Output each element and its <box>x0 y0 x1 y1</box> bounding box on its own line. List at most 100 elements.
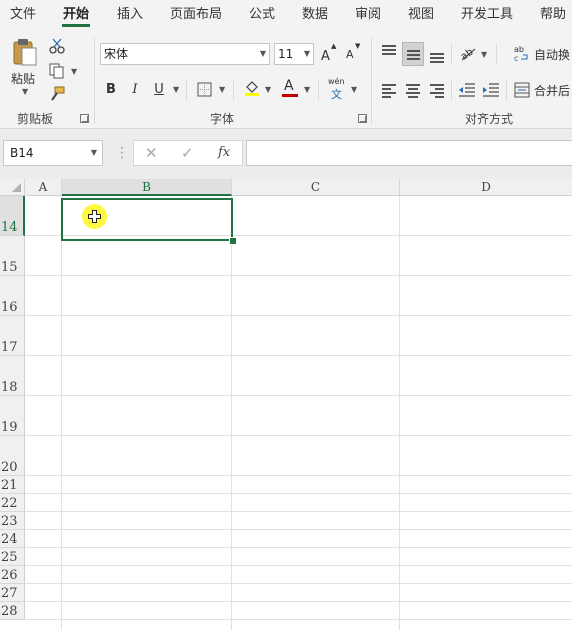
paste-icon <box>13 39 37 66</box>
underline-dropdown-icon[interactable]: ▼ <box>173 86 179 94</box>
tab-file[interactable]: 文件 <box>9 0 37 30</box>
format-painter-icon[interactable] <box>49 86 65 102</box>
row-header-24[interactable]: 24 <box>0 530 25 548</box>
clipboard-launcher-icon[interactable] <box>80 114 89 123</box>
chevron-down-icon: ▼ <box>90 148 97 157</box>
row-header-22[interactable]: 22 <box>0 494 25 512</box>
tab-formulas[interactable]: 公式 <box>248 0 276 30</box>
font-color-dropdown-icon[interactable]: ▼ <box>304 86 310 94</box>
font-group-label: 字体 <box>209 112 234 126</box>
font-launcher-icon[interactable] <box>358 114 367 123</box>
insert-function-button[interactable]: fx <box>218 145 230 160</box>
cell-select-cursor-icon <box>88 210 101 223</box>
row-header-21[interactable]: 21 <box>0 476 25 494</box>
row-header-23[interactable]: 23 <box>0 512 25 530</box>
alignment-group-label: 对齐方式 <box>464 112 513 126</box>
column-gridline <box>61 196 62 630</box>
increase-indent-icon[interactable] <box>482 81 500 99</box>
row-gridline <box>25 529 572 530</box>
tab-help[interactable]: 帮助 <box>539 0 567 30</box>
row-header-19[interactable]: 19 <box>0 396 25 436</box>
font-color-icon: A <box>284 78 294 94</box>
row-header-26[interactable]: 26 <box>0 566 25 584</box>
fx-icon: fx <box>218 145 231 160</box>
align-right-button[interactable] <box>428 80 446 100</box>
tab-review[interactable]: 审阅 <box>354 0 382 30</box>
font-name-box[interactable]: 宋体 ▼ <box>100 43 270 65</box>
row-number: 20 <box>1 460 18 475</box>
enter-check-icon[interactable]: ✓ <box>181 143 194 163</box>
merge-center-button[interactable]: 合并后 <box>534 82 570 99</box>
svg-text:ab: ab <box>514 45 524 54</box>
paste-label: 粘贴 <box>11 72 36 86</box>
column-header-a[interactable]: A <box>25 179 62 196</box>
phonetic-dropdown-icon[interactable]: ▼ <box>351 86 357 94</box>
cut-icon[interactable] <box>49 38 65 54</box>
border-icon[interactable] <box>197 82 212 97</box>
chevron-down-icon: ▼ <box>259 49 266 58</box>
tab-insert[interactable]: 插入 <box>116 0 144 30</box>
row-header-25[interactable]: 25 <box>0 548 25 566</box>
shrink-font-button[interactable]: A ▼ <box>346 42 364 63</box>
orientation-dropdown-icon[interactable]: ▼ <box>481 51 487 59</box>
shrink-font-icon: A <box>346 48 354 61</box>
align-middle-button[interactable] <box>402 42 424 66</box>
name-box[interactable]: B14 ▼ <box>3 140 103 166</box>
divider <box>186 80 187 100</box>
tab-developer[interactable]: 开发工具 <box>460 0 514 30</box>
paste-dropdown-icon: ▼ <box>22 87 29 96</box>
row-number: 27 <box>1 586 18 601</box>
font-color-bar <box>282 94 298 97</box>
font-size-box[interactable]: 11 ▼ <box>274 43 314 65</box>
tab-page-layout[interactable]: 页面布局 <box>169 0 223 30</box>
row-gridline <box>25 355 572 356</box>
align-center-button[interactable] <box>404 80 422 100</box>
align-top-button[interactable] <box>380 42 398 64</box>
column-gridline <box>231 196 232 630</box>
drag-handle-icon[interactable]: ⋮ <box>115 144 129 162</box>
phonetic-button[interactable]: wén 文 <box>328 77 348 101</box>
row-header-14[interactable]: 14 <box>0 196 25 236</box>
wrap-text-button[interactable]: 自动换 <box>534 46 570 63</box>
wrap-text-icon: ab c <box>514 45 528 62</box>
grow-font-button[interactable]: A ▲ <box>321 42 339 64</box>
row-gridline <box>25 583 572 584</box>
fill-color-icon[interactable] <box>243 79 261 97</box>
bold-button[interactable]: B <box>102 80 120 100</box>
row-header-18[interactable]: 18 <box>0 356 25 396</box>
row-gridline <box>25 619 572 620</box>
divider <box>233 80 234 100</box>
italic-button[interactable]: I <box>126 80 144 100</box>
select-all-corner[interactable] <box>0 179 25 196</box>
tab-view[interactable]: 视图 <box>407 0 435 30</box>
divider <box>451 44 452 64</box>
row-header-16[interactable]: 16 <box>0 276 25 316</box>
column-header-b[interactable]: B <box>62 179 232 196</box>
row-header-17[interactable]: 17 <box>0 316 25 356</box>
tab-data[interactable]: 数据 <box>301 0 329 30</box>
align-bottom-button[interactable] <box>428 42 446 64</box>
fill-color-dropdown-icon[interactable]: ▼ <box>265 86 271 94</box>
row-header-15[interactable]: 15 <box>0 236 25 276</box>
orientation-icon[interactable]: ab <box>459 44 477 62</box>
copy-dropdown-icon[interactable]: ▼ <box>71 68 77 76</box>
underline-button[interactable]: U <box>150 80 168 100</box>
row-gridline <box>25 315 572 316</box>
row-header-27[interactable]: 27 <box>0 584 25 602</box>
fill-handle[interactable] <box>229 237 237 245</box>
row-gridline <box>25 275 572 276</box>
column-header-d[interactable]: D <box>400 179 572 196</box>
paste-button[interactable]: 粘贴 ▼ <box>8 38 42 98</box>
border-dropdown-icon[interactable]: ▼ <box>219 86 225 94</box>
cancel-icon[interactable]: ✕ <box>145 143 158 163</box>
formula-input[interactable] <box>246 140 572 166</box>
font-name-value: 宋体 <box>104 47 129 61</box>
copy-icon[interactable] <box>49 63 65 79</box>
decrease-indent-icon[interactable] <box>458 81 476 99</box>
phonetic-char: 文 <box>331 88 342 101</box>
font-color-button[interactable]: A <box>281 78 299 100</box>
column-header-c[interactable]: C <box>232 179 400 196</box>
row-header-20[interactable]: 20 <box>0 436 25 476</box>
row-header-28[interactable]: 28 <box>0 602 25 620</box>
align-left-button[interactable] <box>380 80 398 100</box>
